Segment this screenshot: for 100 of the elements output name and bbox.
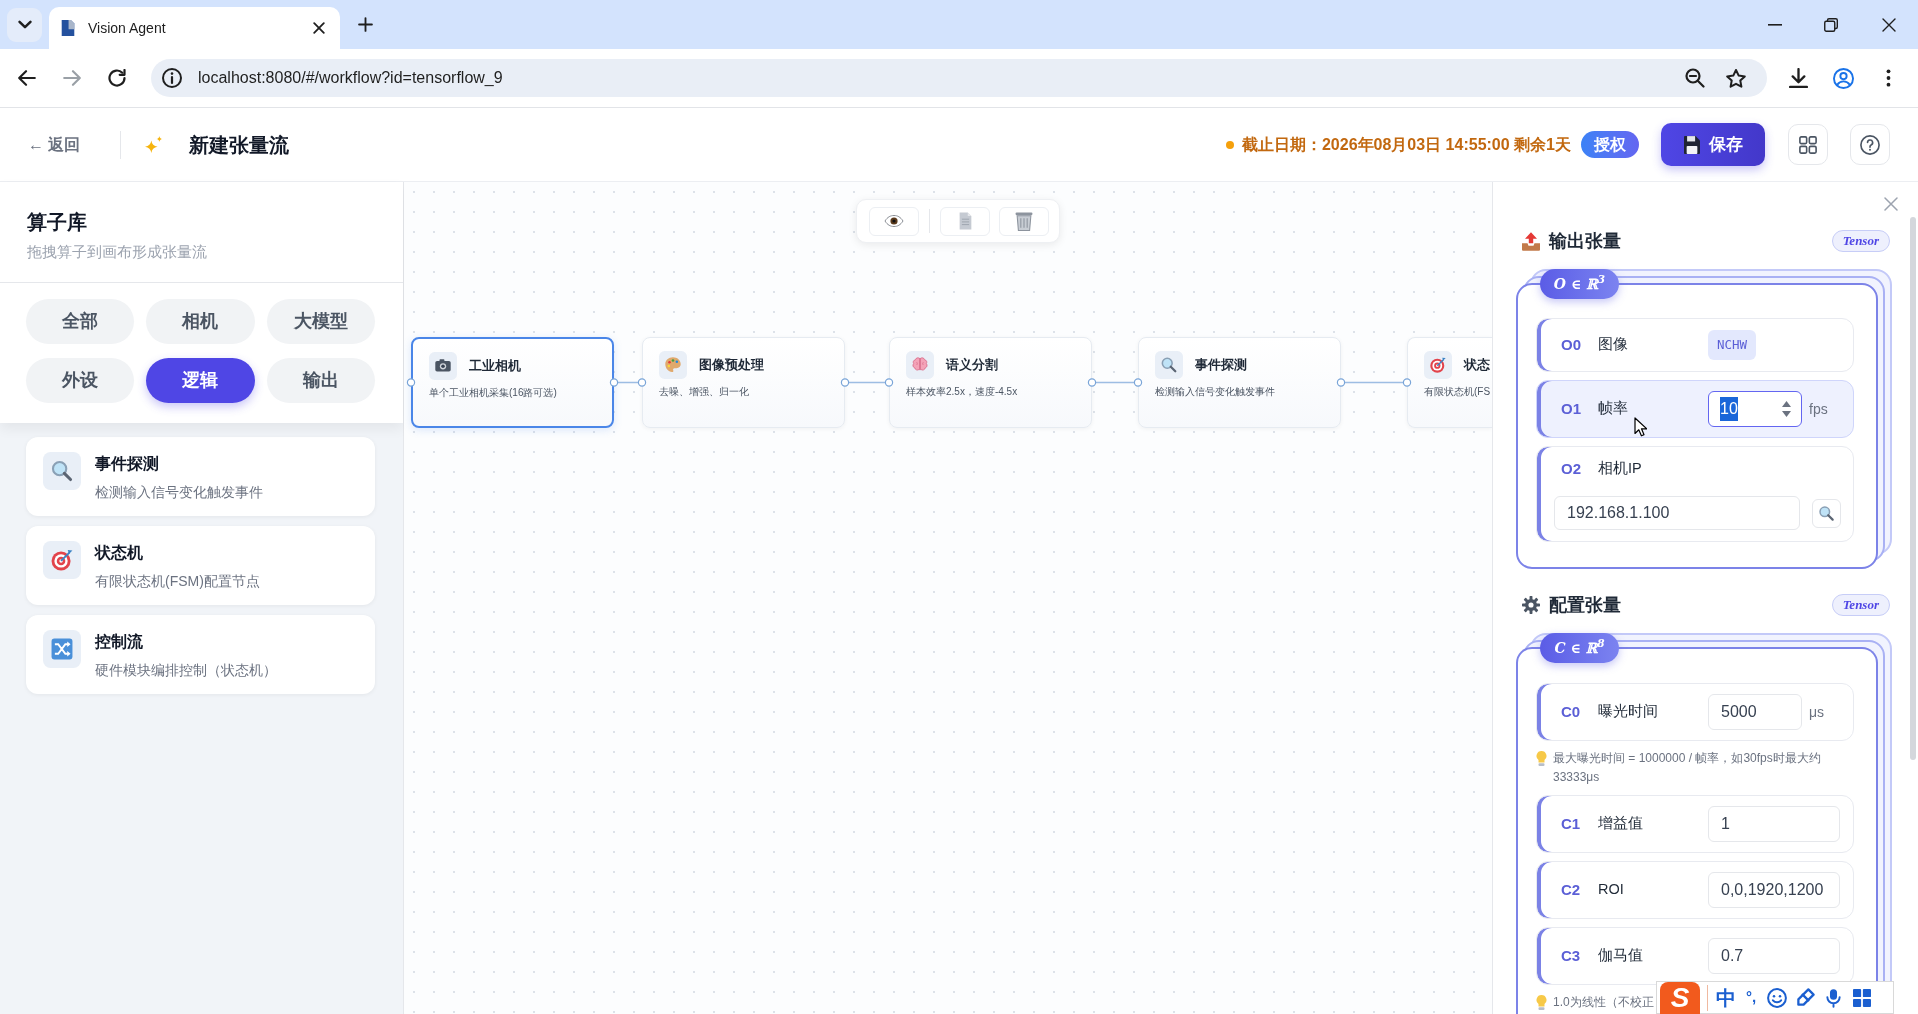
number-field[interactable]: 10 (1708, 391, 1802, 427)
magnifier-icon (43, 452, 81, 490)
workflow-node[interactable]: 事件探测 检测输入信号变化触发事件 (1138, 337, 1341, 428)
operator-card[interactable]: 状态机 有限状态机(FSM)配置节点 (26, 526, 375, 605)
back-button[interactable]: ← 返回 (28, 132, 81, 157)
close-icon[interactable] (1882, 17, 1896, 32)
connector-line (1345, 381, 1403, 384)
search-icon (1819, 505, 1834, 521)
grid-icon[interactable] (1853, 988, 1872, 1007)
help-button[interactable] (1850, 124, 1890, 165)
camera-icon (429, 352, 457, 380)
category-chip[interactable]: 输出 (266, 358, 375, 403)
minimize-icon[interactable] (1768, 23, 1782, 26)
unit-label: μs (1809, 702, 1825, 722)
magnifier-icon (1155, 351, 1183, 379)
param-name: 增益值 (1598, 814, 1644, 834)
restore-icon[interactable] (1824, 17, 1838, 32)
hint-text: 最大曝光时间 = 1000000 / 帧率，如30fps时最大约33333μs (1553, 750, 1822, 786)
brain-icon (906, 351, 934, 379)
gear-icon (1522, 596, 1540, 614)
library-title: 算子库 (27, 210, 87, 235)
operator-description: 检测输入信号变化触发事件 (95, 483, 263, 502)
node-title: 语义分割 (946, 356, 998, 375)
browser-tab[interactable]: Vision Agent (49, 7, 340, 49)
text-field[interactable]: 5000 (1708, 694, 1802, 730)
eraser-icon[interactable] (1796, 988, 1816, 1007)
text-field[interactable]: 0.7 (1708, 938, 1840, 974)
param-id: O2 (1561, 458, 1582, 479)
tensor-symbol-badge: O ∈ ℝ$^{3}$ (1540, 269, 1619, 299)
node-title: 状态 (1464, 356, 1490, 375)
operator-card[interactable]: 控制流 硬件模块编排控制（状态机） (26, 615, 375, 694)
microphone-icon[interactable] (1826, 987, 1842, 1008)
preview-button[interactable] (869, 206, 919, 236)
search-button[interactable] (1812, 498, 1841, 528)
save-button[interactable]: 保存 (1661, 123, 1765, 166)
star-icon[interactable] (1726, 68, 1746, 88)
target-icon (43, 541, 81, 579)
url-text: localhost:8080/#/workflow?id=tensorflow_9 (198, 68, 503, 88)
tab-list-button[interactable] (7, 7, 42, 42)
profile-icon[interactable] (1833, 67, 1854, 89)
mouse-cursor-icon (1634, 417, 1647, 437)
delete-button[interactable] (999, 206, 1049, 236)
address-bar[interactable]: localhost:8080/#/workflow?id=tensorflow_9 (151, 59, 1767, 97)
type-badge: Tensor (1831, 594, 1890, 616)
target-icon (1424, 351, 1452, 379)
shuffle-icon (43, 630, 81, 668)
scrollbar-thumb[interactable] (1910, 217, 1916, 760)
tab-title: Vision Agent (88, 18, 166, 38)
stepper-icon[interactable] (1782, 401, 1791, 417)
param-name: 图像 (1598, 335, 1629, 355)
punctuation-toggle[interactable]: °, (1746, 986, 1757, 1009)
reload-icon[interactable] (108, 69, 126, 87)
workflow-node[interactable]: 工业相机 单个工业相机采集(16路可选) (411, 337, 614, 428)
operator-name: 事件探测 (95, 454, 159, 474)
connector-line (849, 381, 885, 384)
category-chip[interactable]: 大模型 (266, 299, 375, 344)
text-field[interactable]: 192.168.1.100 (1554, 496, 1800, 530)
param-name: 帧率 (1598, 399, 1629, 419)
category-chip[interactable]: 外设 (26, 358, 135, 403)
operator-name: 状态机 (95, 543, 143, 563)
back-icon[interactable] (18, 70, 36, 86)
menu-icon[interactable] (1886, 69, 1891, 87)
operator-description: 硬件模块编排控制（状态机） (95, 661, 277, 680)
plus-icon[interactable] (358, 17, 373, 32)
param-id: O0 (1561, 334, 1582, 355)
sparkle-icon (145, 136, 164, 153)
info-icon[interactable] (162, 68, 182, 88)
param-name: ROI (1598, 880, 1625, 900)
param-id: O1 (1561, 398, 1582, 419)
forward-icon[interactable] (63, 70, 81, 86)
operator-name: 控制流 (95, 632, 143, 652)
workflow-node[interactable]: 图像预处理 去噪、增强、归一化 (642, 337, 845, 428)
category-chip[interactable]: 全部 (26, 299, 135, 344)
zoom-out-icon[interactable] (1685, 68, 1705, 88)
section-title: 输出张量 (1549, 229, 1621, 253)
bulb-icon (1536, 995, 1547, 1010)
license-badge[interactable]: 授权 (1581, 131, 1639, 158)
operator-card[interactable]: 事件探测 检测输入信号变化触发事件 (26, 437, 375, 516)
tensor-symbol-badge: C ∈ ℝ$^{8}$ (1540, 633, 1619, 663)
category-chip[interactable]: 逻辑 (146, 358, 255, 403)
text-field[interactable]: 1 (1708, 806, 1840, 842)
emoji-face-icon[interactable] (1767, 987, 1788, 1008)
category-chip[interactable]: 相机 (146, 299, 255, 344)
param-id: C3 (1561, 945, 1582, 966)
param-id: C1 (1561, 813, 1582, 834)
grid-icon (1799, 135, 1817, 154)
chevron-down-icon (17, 20, 32, 29)
favicon-icon (61, 20, 75, 36)
text-field[interactable]: 0,0,1920,1200 (1708, 872, 1840, 908)
download-icon[interactable] (1789, 68, 1808, 88)
grid-view-button[interactable] (1788, 124, 1828, 165)
workflow-node[interactable]: 语义分割 样本效率2.5x，速度-4.5x (889, 337, 1092, 428)
eye-icon (884, 215, 904, 227)
library-subtitle: 拖拽算子到画布形成张量流 (27, 242, 207, 262)
workflow-node[interactable]: 状态 有限状态机(FS (1407, 337, 1492, 428)
param-name: 伽马值 (1598, 946, 1644, 966)
operator-description: 有限状态机(FSM)配置节点 (95, 572, 260, 591)
section-title: 配置张量 (1549, 593, 1621, 617)
close-icon[interactable] (313, 22, 325, 34)
input-mode-toggle[interactable]: 中 (1716, 982, 1736, 1013)
